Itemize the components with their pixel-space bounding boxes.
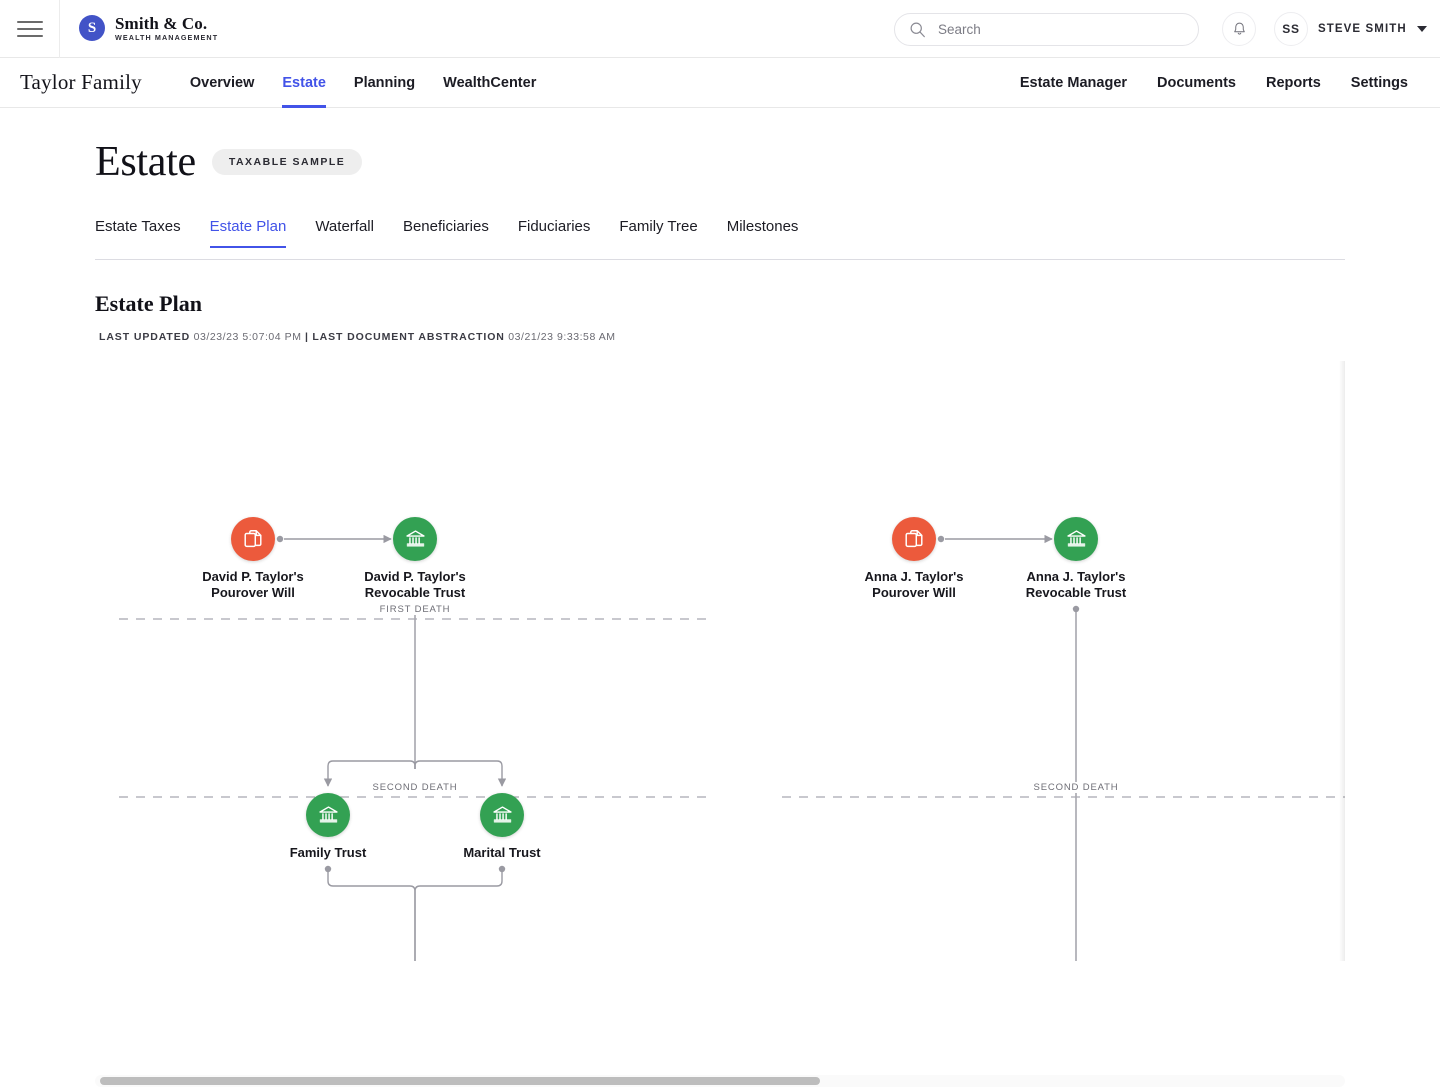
diagram-connectors <box>95 361 1345 961</box>
node-family-trust[interactable]: Family Trust <box>253 793 403 861</box>
nav-item-settings[interactable]: Settings <box>1351 58 1408 108</box>
tab-estate-taxes[interactable]: Estate Taxes <box>95 218 181 247</box>
node-david-revocable-trust[interactable]: David P. Taylor's Revocable Trust <box>340 517 490 602</box>
search-icon <box>909 21 926 38</box>
main-nav: Taylor Family Overview Estate Planning W… <box>0 58 1440 108</box>
node-anna-revocable-trust[interactable]: Anna J. Taylor's Revocable Trust <box>1001 517 1151 602</box>
last-updated-value: 03/23/23 5:07:04 PM <box>194 331 302 343</box>
brand-mark-icon: S <box>79 15 105 41</box>
node-label: David P. Taylor's Pourover Will <box>178 569 328 602</box>
node-david-pourover-will[interactable]: David P. Taylor's Pourover Will <box>178 517 328 602</box>
page-header: Estate TAXABLE SAMPLE <box>95 138 1440 186</box>
bank-icon <box>480 793 524 837</box>
brand-tagline: WEALTH MANAGEMENT <box>115 34 218 41</box>
chevron-down-icon[interactable] <box>1417 26 1427 32</box>
search-box[interactable] <box>894 13 1199 46</box>
node-label: Family Trust <box>253 845 403 861</box>
bank-icon <box>1054 517 1098 561</box>
meta-separator: | <box>305 331 309 343</box>
estate-plan-diagram[interactable]: FIRST DEATH SECOND DEATH SECOND DEATH Da… <box>95 361 1345 969</box>
section-title: Estate Plan <box>95 291 1440 317</box>
divider-label-second-death-left: SECOND DEATH <box>367 782 464 793</box>
nav-primary: Overview Estate Planning WealthCenter <box>190 58 536 108</box>
document-copy-icon <box>892 517 936 561</box>
node-label: Marital Trust <box>427 845 577 861</box>
page-content: Estate TAXABLE SAMPLE Estate Taxes Estat… <box>0 108 1440 1000</box>
nav-item-estate[interactable]: Estate <box>282 58 326 108</box>
diagram-horizontal-scrollbar[interactable] <box>95 1075 1345 1087</box>
node-label: Anna J. Taylor's Pourover Will <box>839 569 989 602</box>
bank-icon <box>306 793 350 837</box>
nav-item-planning[interactable]: Planning <box>354 58 415 108</box>
document-copy-icon <box>231 517 275 561</box>
tab-estate-plan[interactable]: Estate Plan <box>210 218 287 247</box>
node-anna-pourover-will[interactable]: Anna J. Taylor's Pourover Will <box>839 517 989 602</box>
tab-beneficiaries[interactable]: Beneficiaries <box>403 218 489 247</box>
notifications-button[interactable] <box>1222 12 1256 46</box>
breadcrumb-family[interactable]: Taylor Family <box>20 70 142 95</box>
user-menu[interactable]: SS STEVE SMITH <box>1274 12 1427 46</box>
avatar: SS <box>1274 12 1308 46</box>
nav-item-wealthcenter[interactable]: WealthCenter <box>443 58 536 108</box>
tab-fiduciaries[interactable]: Fiduciaries <box>518 218 591 247</box>
node-label: Anna J. Taylor's Revocable Trust <box>1001 569 1151 602</box>
divider-label-first-death: FIRST DEATH <box>374 604 457 615</box>
scrollbar-thumb[interactable] <box>100 1077 820 1085</box>
top-bar: S Smith & Co. WEALTH MANAGEMENT SS STEVE… <box>0 0 1440 58</box>
nav-item-reports[interactable]: Reports <box>1266 58 1321 108</box>
tab-milestones[interactable]: Milestones <box>727 218 799 247</box>
abstraction-value: 03/21/23 9:33:58 AM <box>508 331 615 343</box>
search-input[interactable] <box>938 22 1168 37</box>
brand-name: Smith & Co. <box>115 15 218 32</box>
status-badge: TAXABLE SAMPLE <box>212 149 362 175</box>
bell-icon <box>1231 21 1248 38</box>
brand-logo[interactable]: S Smith & Co. WEALTH MANAGEMENT <box>79 15 218 41</box>
diagram-canvas: FIRST DEATH SECOND DEATH SECOND DEATH Da… <box>95 361 1345 961</box>
metadata-line: LAST UPDATED 03/23/23 5:07:04 PM | LAST … <box>99 331 1440 343</box>
nav-item-estate-manager[interactable]: Estate Manager <box>1020 58 1127 108</box>
node-label: David P. Taylor's Revocable Trust <box>340 569 490 602</box>
node-marital-trust[interactable]: Marital Trust <box>427 793 577 861</box>
divider-label-second-death-right: SECOND DEATH <box>1028 782 1125 793</box>
estate-tabs: Estate Taxes Estate Plan Waterfall Benef… <box>95 218 1345 260</box>
nav-item-documents[interactable]: Documents <box>1157 58 1236 108</box>
abstraction-label: LAST DOCUMENT ABSTRACTION <box>312 331 504 343</box>
user-name: STEVE SMITH <box>1318 23 1407 35</box>
nav-secondary: Estate Manager Documents Reports Setting… <box>1020 58 1408 108</box>
nav-item-overview[interactable]: Overview <box>190 58 255 108</box>
page-title: Estate <box>95 138 196 186</box>
bank-icon <box>393 517 437 561</box>
last-updated-label: LAST UPDATED <box>99 331 190 343</box>
tab-waterfall[interactable]: Waterfall <box>315 218 374 247</box>
tab-family-tree[interactable]: Family Tree <box>619 218 697 247</box>
hamburger-icon[interactable] <box>0 0 60 58</box>
